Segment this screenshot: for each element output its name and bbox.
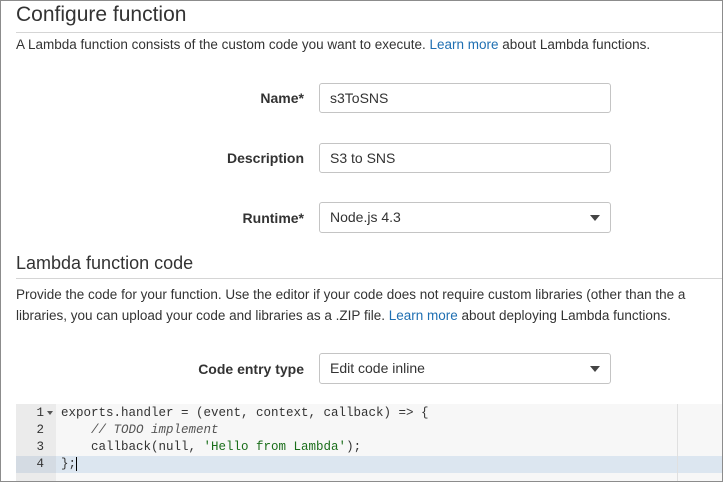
page-description: A Lambda function consists of the custom… bbox=[16, 35, 650, 55]
line-number: 4 bbox=[36, 457, 44, 471]
code-entry-type-selected-value: Edit code inline bbox=[330, 360, 425, 376]
code-line-1: exports.handler = (event, context, callb… bbox=[61, 406, 429, 420]
code-editor[interactable]: 1 2 3 4 exports.handler = (event, contex… bbox=[16, 404, 722, 481]
code-line-4-text: }; bbox=[61, 457, 77, 471]
learn-more-deploying-link[interactable]: Learn more bbox=[389, 308, 458, 323]
description-text: A Lambda function consists of the custom… bbox=[16, 37, 430, 52]
caret-down-icon bbox=[590, 215, 600, 221]
code-line-3: callback(null, 'Hello from Lambda'); bbox=[61, 439, 361, 456]
text-cursor bbox=[76, 456, 78, 471]
section-divider bbox=[16, 278, 722, 279]
code-description-text: libraries, you can upload your code and … bbox=[16, 308, 389, 323]
print-margin bbox=[677, 404, 678, 481]
learn-more-lambda-link[interactable]: Learn more bbox=[430, 37, 499, 52]
fold-arrow-icon[interactable] bbox=[47, 411, 53, 415]
description-suffix: about Lambda functions. bbox=[498, 37, 651, 52]
description-label: Description bbox=[226, 150, 304, 166]
name-input[interactable]: s3ToSNS bbox=[319, 83, 611, 113]
runtime-selected-value: Node.js 4.3 bbox=[330, 209, 401, 225]
code-line-4: }; bbox=[61, 456, 78, 473]
code-line-3-string: 'Hello from Lambda' bbox=[203, 440, 347, 454]
code-section-description-line2: libraries, you can upload your code and … bbox=[16, 306, 671, 326]
title-divider bbox=[16, 32, 722, 33]
line-number: 3 bbox=[36, 440, 44, 454]
code-line-2: // TODO implement bbox=[61, 423, 219, 437]
runtime-label: Runtime* bbox=[242, 210, 304, 226]
page-title: Configure function bbox=[16, 3, 187, 26]
line-number: 2 bbox=[36, 423, 44, 437]
caret-down-icon bbox=[590, 366, 600, 372]
description-input[interactable]: S3 to SNS bbox=[319, 143, 611, 173]
name-label: Name* bbox=[260, 90, 304, 106]
code-description-suffix: about deploying Lambda functions. bbox=[457, 308, 671, 323]
code-entry-type-label: Code entry type bbox=[198, 361, 304, 377]
code-entry-type-select[interactable]: Edit code inline bbox=[319, 353, 611, 384]
runtime-select[interactable]: Node.js 4.3 bbox=[319, 202, 611, 233]
code-line-3-end: ); bbox=[346, 440, 362, 454]
code-section-description-line1: Provide the code for your function. Use … bbox=[16, 287, 686, 302]
active-line-highlight bbox=[16, 456, 722, 473]
line-number: 1 bbox=[36, 406, 44, 420]
code-line-3-call: callback(null, bbox=[61, 440, 204, 454]
section-title-function-code: Lambda function code bbox=[16, 253, 194, 273]
configure-function-panel: Configure function A Lambda function con… bbox=[0, 0, 723, 482]
